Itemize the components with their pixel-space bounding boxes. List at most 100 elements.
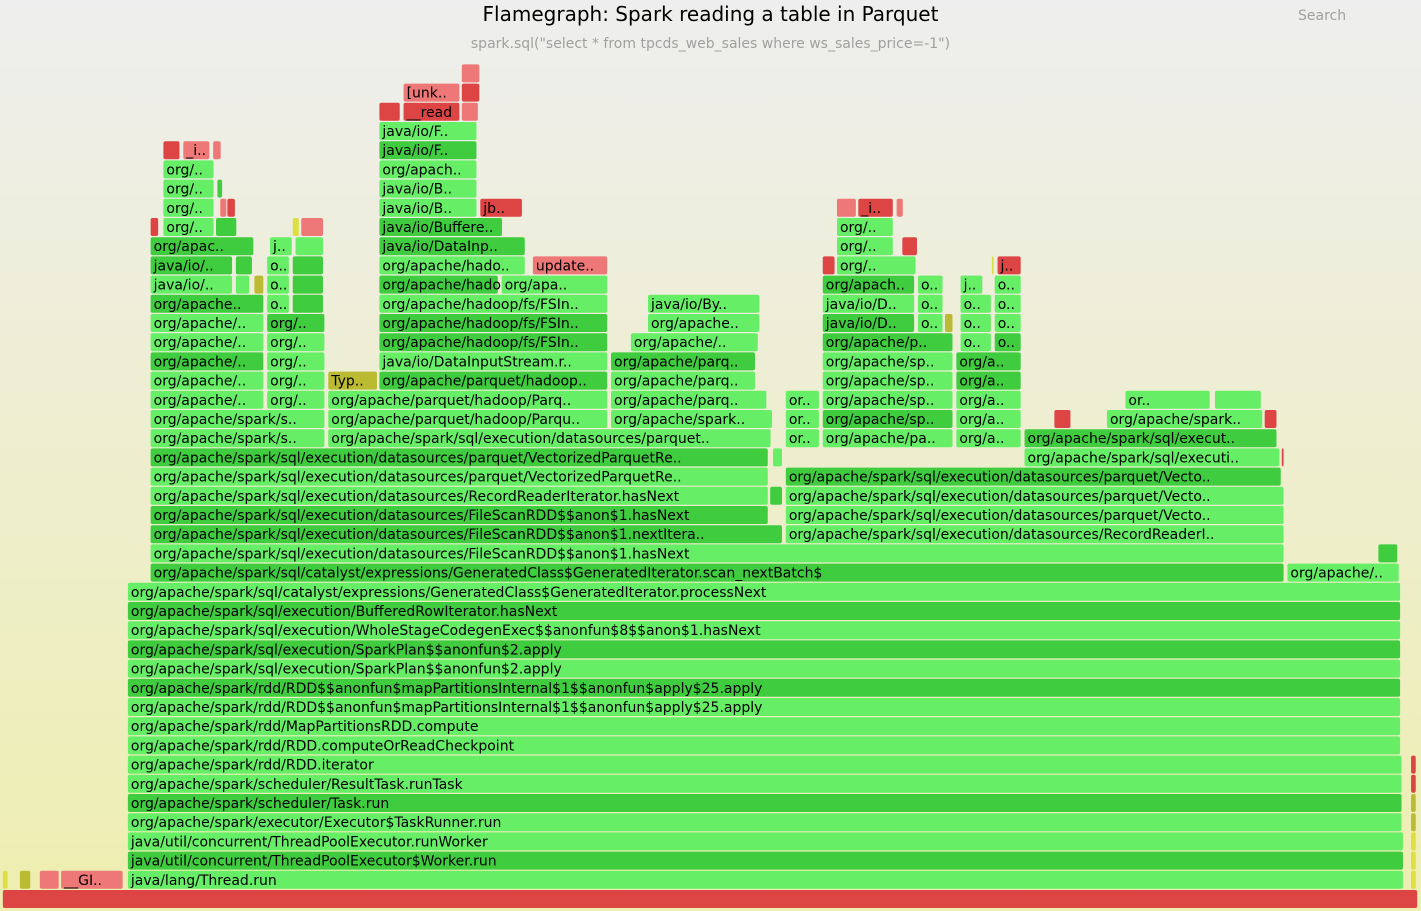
flame-frame[interactable]: o.. — [917, 294, 943, 313]
flame-frame[interactable]: org/apache/.. — [150, 352, 264, 371]
flame-frame[interactable]: _i.. — [858, 198, 893, 217]
flame-frame[interactable]: or.. — [1125, 390, 1210, 409]
flame-frame[interactable] — [1214, 390, 1261, 409]
flame-frame[interactable]: org/apache/spark/sql/execution/datasourc… — [785, 486, 1284, 505]
flame-frame[interactable]: org/apache/spark/scheduler/ResultTask.ru… — [127, 774, 1402, 793]
flame-frame[interactable] — [770, 486, 782, 505]
flame-frame[interactable]: j.. — [997, 256, 1021, 275]
flame-frame[interactable] — [292, 275, 323, 294]
flame-frame[interactable]: org/apache/spark/s.. — [150, 410, 325, 428]
flame-frame[interactable]: org/apache/spark/sql/execution/datasourc… — [785, 525, 1284, 544]
flame-frame[interactable]: org/apache/spark/sql/execution/datasourc… — [150, 448, 768, 467]
flame-frame[interactable]: org/a.. — [956, 352, 1021, 371]
flame-frame[interactable]: org/apache/.. — [630, 333, 758, 352]
flame-frame[interactable]: org/apache/spark/sql/catalyst/expression… — [127, 582, 1401, 601]
flame-frame[interactable]: java/io/DataInp.. — [379, 237, 525, 256]
flame-frame[interactable]: org/apache/spark.. — [1106, 410, 1263, 428]
flame-frame[interactable]: org/apache/pa.. — [822, 429, 953, 448]
flame-frame[interactable]: org/apache/spark/sql/execution/datasourc… — [328, 429, 771, 448]
flame-frame[interactable]: org/.. — [267, 371, 325, 390]
flame-frame[interactable] — [19, 870, 31, 889]
flame-frame[interactable]: org/apache/sp.. — [822, 410, 953, 428]
flame-frame[interactable]: org/apache/spark/sql/execution/datasourc… — [785, 467, 1281, 486]
flame-frame[interactable] — [292, 294, 323, 313]
flame-frame[interactable]: java/io/F.. — [379, 141, 477, 160]
flame-frame[interactable]: java/io/D.. — [822, 294, 915, 313]
flame-frame[interactable]: org/apache/spark/sql/catalyst/expression… — [150, 563, 1284, 582]
flame-frame[interactable] — [836, 198, 856, 217]
flame-frame[interactable]: o.. — [994, 333, 1021, 352]
flame-frame[interactable]: _i.. — [183, 141, 210, 160]
flame-frame[interactable]: org/.. — [836, 218, 893, 236]
flame-frame[interactable]: o.. — [267, 294, 289, 313]
flame-frame[interactable] — [213, 141, 221, 160]
flame-frame[interactable] — [1264, 410, 1277, 428]
flame-frame[interactable] — [1411, 851, 1416, 870]
flame-frame[interactable]: org/apache/sp.. — [822, 371, 953, 390]
flame-frame[interactable]: org/.. — [267, 390, 325, 409]
flame-frame[interactable] — [1411, 755, 1416, 774]
flame-frame[interactable]: java/io/D.. — [822, 314, 915, 332]
flame-frame[interactable]: java/io/F.. — [379, 122, 477, 140]
flame-frame[interactable]: org/.. — [163, 160, 214, 179]
flame-frame[interactable]: org/apache/.. — [1287, 563, 1399, 582]
flame-frame[interactable]: or.. — [785, 390, 819, 409]
flame-frame[interactable] — [215, 218, 237, 236]
flame-frame[interactable] — [292, 256, 323, 275]
flame-frame[interactable]: org/.. — [267, 314, 325, 332]
flame-frame[interactable]: org/apache/sp.. — [822, 390, 953, 409]
flame-frame[interactable]: org/apache/hado.. — [379, 256, 525, 275]
flame-frame[interactable]: org/apache/spark/sql/execution/datasourc… — [785, 506, 1284, 524]
flame-frame[interactable]: org/apache/parquet/hadoop.. — [379, 371, 608, 390]
flame-frame[interactable]: org/apache/spark/executor/Executor$TaskR… — [127, 813, 1402, 832]
flame-frame[interactable]: org/apache/spark/sql/execution/datasourc… — [150, 544, 1284, 563]
flame-frame[interactable]: o.. — [960, 294, 991, 313]
flame-frame[interactable] — [902, 237, 917, 256]
flame-frame[interactable]: java/lang/Thread.run — [127, 870, 1403, 889]
flame-frame[interactable]: o.. — [960, 333, 991, 352]
flame-frame[interactable]: org/apach.. — [379, 160, 477, 179]
flame-frame[interactable]: org/apache/.. — [150, 314, 264, 332]
flame-frame[interactable]: org/apache/spark/rdd/RDD.iterator — [127, 755, 1402, 774]
flame-frame[interactable] — [150, 218, 159, 236]
flame-frame[interactable]: org/apa.. — [501, 275, 608, 294]
flame-frame[interactable] — [1411, 774, 1416, 793]
flame-frame[interactable] — [461, 64, 480, 83]
flame-frame[interactable]: org/.. — [163, 179, 214, 198]
flame-frame[interactable]: o.. — [267, 256, 289, 275]
flame-frame[interactable]: java/util/concurrent/ThreadPoolExecutor.… — [127, 832, 1403, 851]
flame-frame[interactable]: org/apache/.. — [150, 371, 264, 390]
flame-frame[interactable] — [1281, 448, 1284, 467]
flame-frame[interactable]: Typ.. — [328, 371, 377, 390]
flame-frame[interactable] — [227, 198, 235, 217]
flame-frame[interactable]: org/apache/spark/sql/executi.. — [1024, 448, 1280, 467]
flame-frame[interactable] — [292, 218, 299, 236]
flame-frame[interactable]: org/apache/spark/sql/execution/SparkPlan… — [127, 659, 1401, 678]
flame-frame[interactable]: org/apache/hadoop/fs/FSIn.. — [379, 314, 608, 332]
flame-frame[interactable]: org/apache/spark/sql/execution/SparkPlan… — [127, 640, 1401, 659]
flame-frame[interactable]: o.. — [917, 314, 943, 332]
flame-frame[interactable]: org/apache/spark/sql/execution/WholeStag… — [127, 621, 1401, 640]
flame-frame[interactable]: __GI.. — [61, 870, 123, 889]
flame-frame[interactable]: org/.. — [163, 218, 214, 236]
flame-frame[interactable]: org/a.. — [956, 390, 1021, 409]
flame-frame[interactable]: java/io/Buffere.. — [379, 218, 503, 236]
flame-frame[interactable]: org/apache/spark/rdd/RDD$$anonfun$mapPar… — [127, 698, 1401, 716]
flame-frame[interactable] — [301, 218, 323, 236]
flame-frame[interactable] — [235, 256, 252, 275]
flame-frame[interactable]: org/apache/spark/rdd/RDD$$anonfun$mapPar… — [127, 678, 1401, 697]
flame-frame[interactable]: o.. — [267, 275, 289, 294]
flame-frame[interactable] — [1411, 813, 1416, 832]
flame-frame[interactable]: java/io/DataInputStream.r.. — [379, 352, 608, 371]
flame-frame[interactable]: org/apache/spark/sql/execut.. — [1024, 429, 1277, 448]
flame-frame[interactable]: org/apach.. — [822, 275, 915, 294]
flame-frame[interactable]: org/.. — [267, 352, 325, 371]
flame-frame[interactable]: org/apache/parq.. — [611, 352, 755, 371]
flame-frame[interactable]: org/apache/parq.. — [611, 371, 755, 390]
flame-frame[interactable]: java/io/By.. — [647, 294, 760, 313]
flame-frame[interactable] — [379, 102, 400, 121]
flame-frame[interactable]: o.. — [994, 294, 1021, 313]
flame-frame[interactable]: org/apache/hado.. — [379, 275, 510, 294]
flame-frame[interactable]: org/apache/spark/sql/execution/BufferedR… — [127, 602, 1401, 620]
flame-frame[interactable] — [461, 83, 480, 102]
